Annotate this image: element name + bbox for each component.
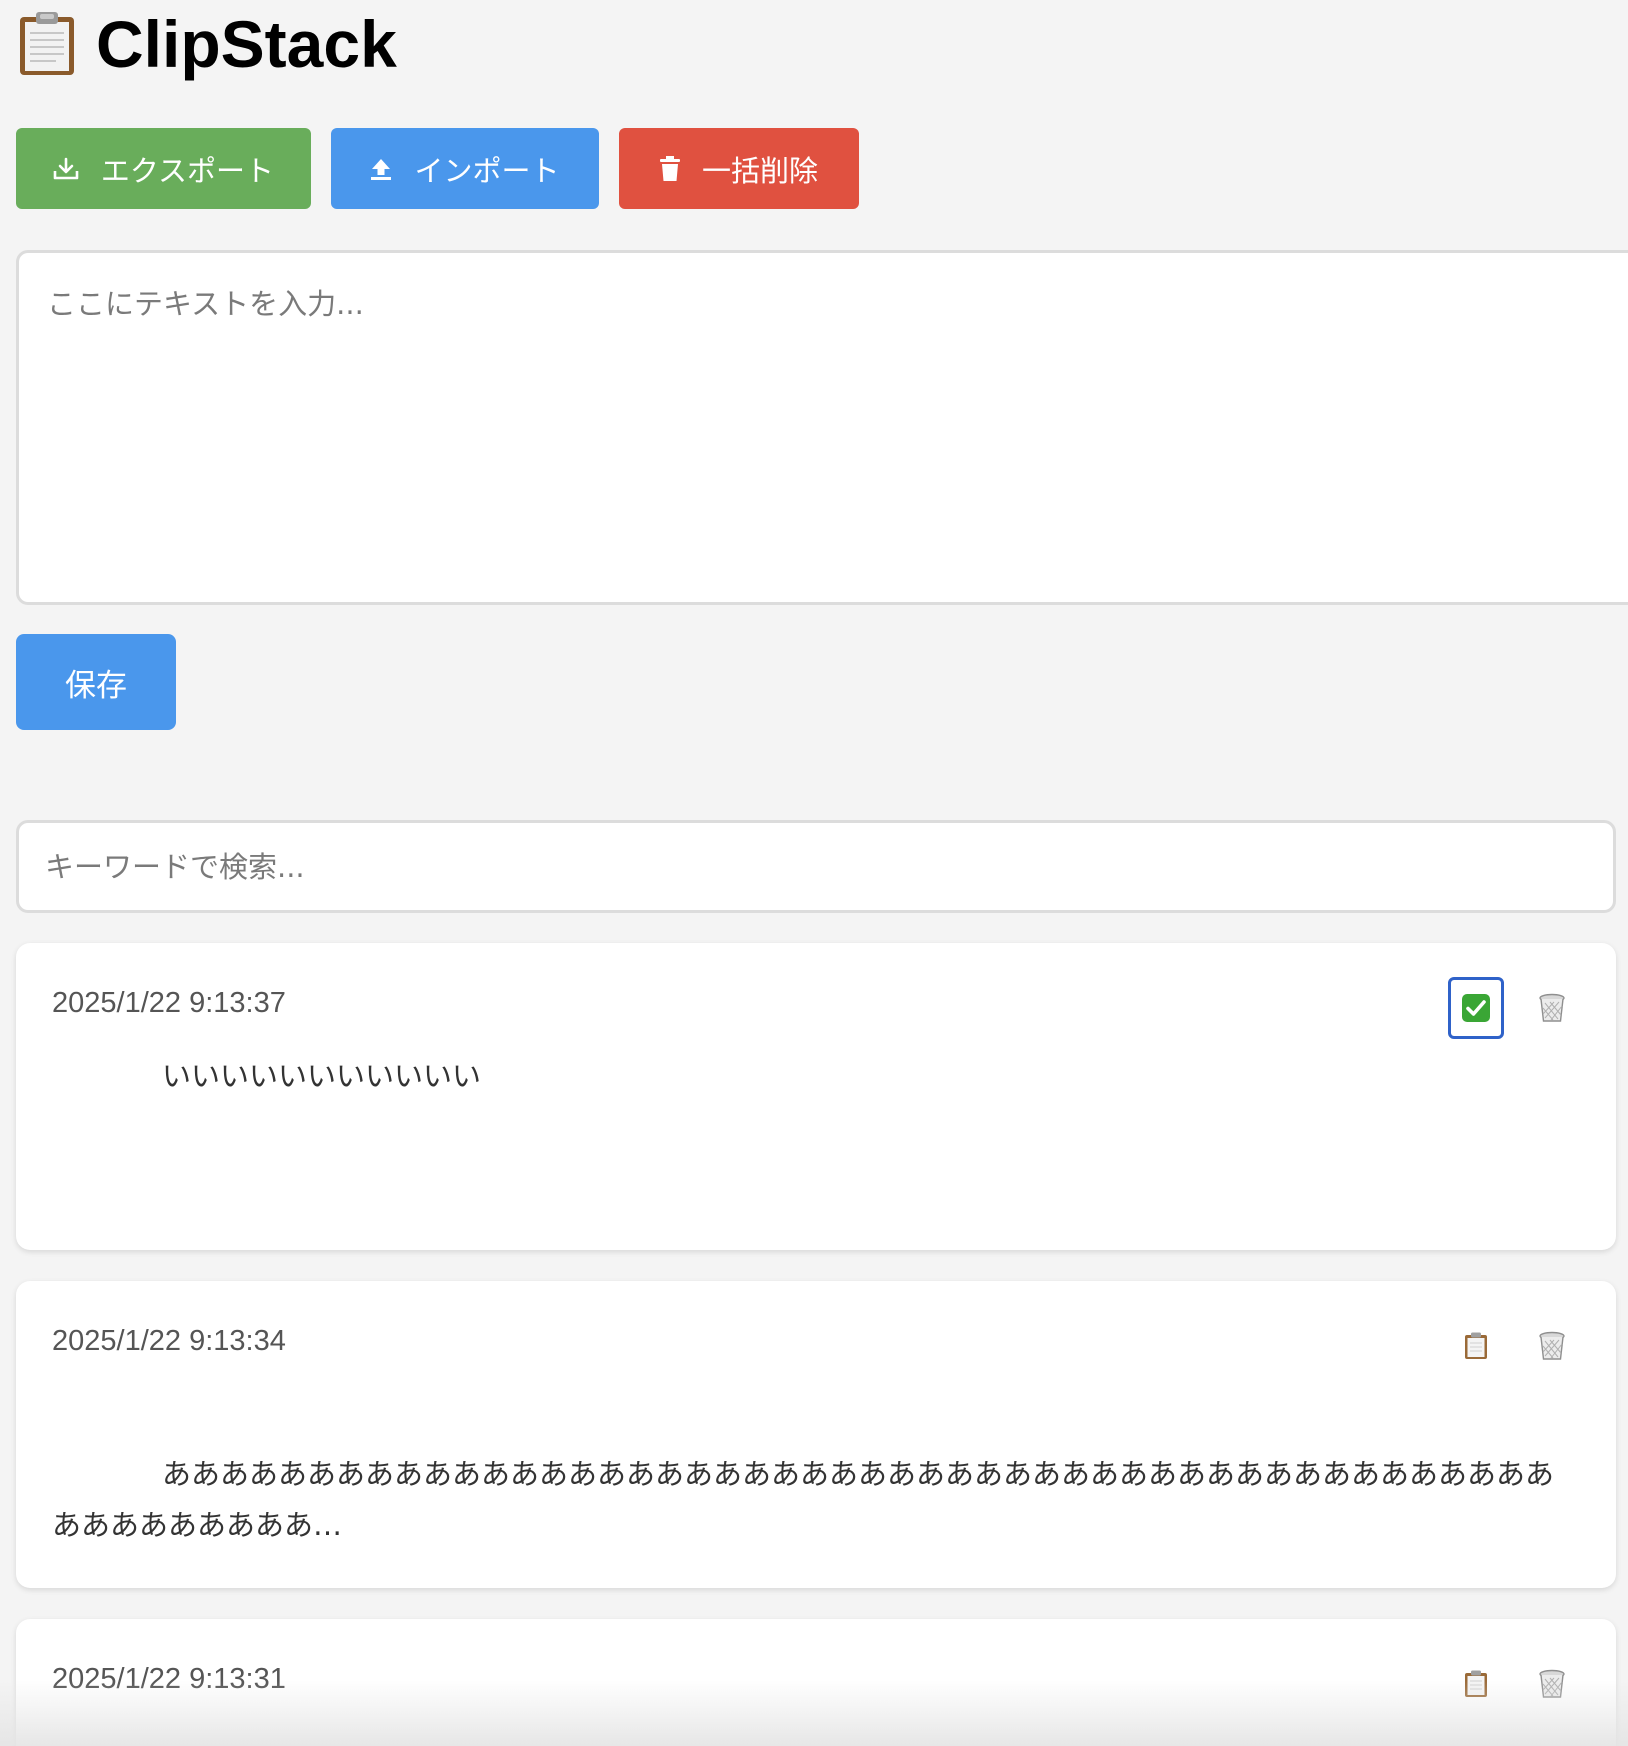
wastebasket-icon: [1539, 1331, 1565, 1361]
delete-clip-button[interactable]: [1524, 977, 1580, 1039]
delete-all-button[interactable]: 一括削除: [619, 128, 859, 209]
page-title: ClipStack: [18, 8, 397, 80]
clip-card: 2025/1/22 9:13:31: [16, 1619, 1616, 1746]
copy-button[interactable]: [1448, 977, 1504, 1039]
delete-clip-button[interactable]: [1524, 1653, 1580, 1715]
clip-content: いいいいいいいいいいい: [162, 1059, 482, 1093]
upload-icon: [370, 157, 392, 181]
clipstack-page: ClipStack エクスポート インポート 一括削除 ここにテキストを入力..…: [0, 0, 1628, 1746]
clip-timestamp: 2025/1/22 9:13:37: [52, 987, 286, 1019]
clip-text-input[interactable]: [16, 250, 1628, 605]
import-button[interactable]: インポート: [331, 128, 599, 209]
import-label: インポート: [414, 153, 560, 188]
clip-content: ああああああああああああああああああああああああああああああああああああああああ…: [52, 1457, 1555, 1542]
delete-clip-button[interactable]: [1524, 1315, 1580, 1377]
download-icon: [53, 157, 79, 181]
clip-timestamp: 2025/1/22 9:13:34: [52, 1325, 286, 1357]
clip-timestamp: 2025/1/22 9:13:31: [52, 1663, 286, 1695]
clip-card: 2025/1/22 9:13:34 ああああああああああああああああああああああ…: [16, 1281, 1616, 1588]
clip-card: 2025/1/22 9:13:37 いいいいいいいいいいい: [16, 943, 1616, 1250]
copy-button[interactable]: [1448, 1653, 1504, 1715]
trash-icon: [659, 155, 680, 182]
clipboard-icon: [1464, 1670, 1488, 1698]
clip-actions: [1448, 1315, 1580, 1377]
app-title-text: ClipStack: [96, 7, 397, 81]
clip-actions: [1448, 977, 1580, 1039]
export-label: エクスポート: [100, 153, 275, 188]
save-button[interactable]: 保存: [16, 634, 176, 730]
search-input[interactable]: [16, 820, 1616, 913]
copy-button[interactable]: [1448, 1315, 1504, 1377]
wastebasket-icon: [1539, 1669, 1565, 1699]
check-mark-icon: [1461, 993, 1491, 1023]
wastebasket-icon: [1539, 993, 1565, 1023]
clip-actions: [1448, 1653, 1580, 1715]
delete-all-label: 一括削除: [701, 153, 818, 188]
clipboard-icon: [18, 11, 76, 77]
clipboard-icon: [1464, 1332, 1488, 1360]
export-button[interactable]: エクスポート: [16, 128, 311, 209]
